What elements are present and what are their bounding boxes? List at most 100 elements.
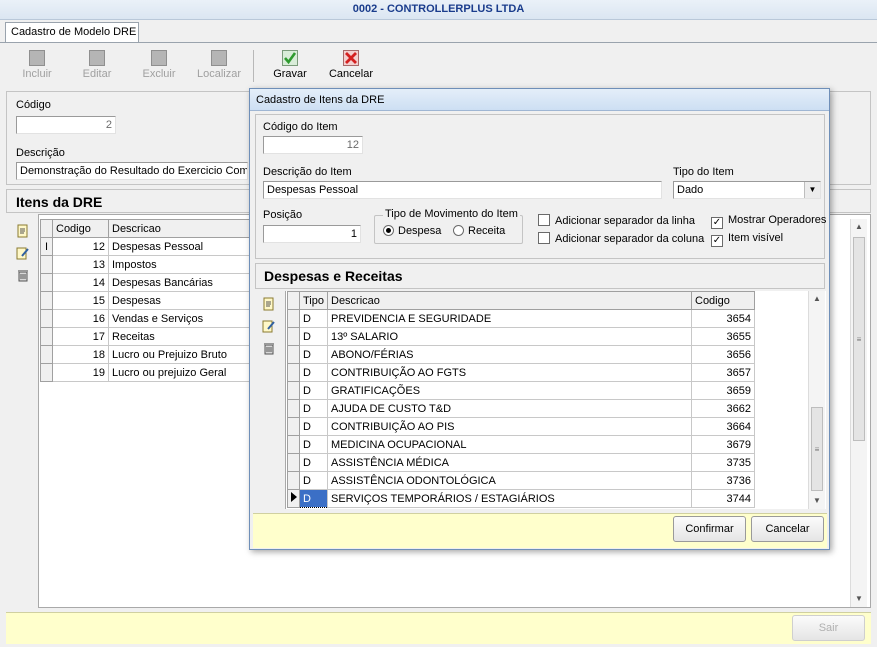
row-codigo: 3735 [691, 453, 755, 472]
scroll-thumb[interactable]: ≡ [811, 407, 823, 491]
tipo-item-select[interactable]: Dado ▼ [673, 181, 821, 199]
despesa-radio[interactable]: Despesa [383, 225, 441, 237]
toolbar-separator [253, 50, 254, 82]
despesas-table: Tipo Descricao Codigo D PREVIDENCIA E SE… [287, 291, 755, 508]
table-row[interactable]: D ABONO/FÉRIAS 3656 [287, 345, 755, 364]
checkbox-checked-icon: ✓ [711, 217, 723, 229]
confirmar-button[interactable]: Confirmar [673, 516, 746, 542]
add-item-icon[interactable] [262, 297, 276, 311]
row-tipo: D [299, 327, 328, 346]
mostrar-operadores-checkbox[interactable]: ✓ Mostrar Operadores [711, 214, 826, 229]
itens-scrollbar[interactable]: ▲ ≡ ▼ [850, 219, 867, 607]
codigo-field[interactable]: 2 [16, 116, 116, 134]
cancelar-button[interactable]: Cancelar [328, 50, 374, 86]
row-tipo: D [299, 417, 328, 436]
scroll-up-icon[interactable]: ▲ [851, 219, 867, 235]
row-codigo: 3654 [691, 309, 755, 328]
separador-coluna-checkbox[interactable]: Adicionar separador da coluna [538, 232, 704, 245]
search-icon [211, 50, 227, 66]
row-descricao: CONTRIBUIÇÃO AO PIS [327, 417, 692, 436]
table-row[interactable]: D MEDICINA OCUPACIONAL 3679 [287, 435, 755, 454]
codigo-item-field[interactable]: 12 [263, 136, 363, 154]
scroll-thumb[interactable]: ≡ [853, 237, 865, 441]
row-descricao: AJUDA DE CUSTO T&D [327, 399, 692, 418]
table-row[interactable]: D ASSISTÊNCIA MÉDICA 3735 [287, 453, 755, 472]
table-row[interactable]: I 12 Despesas Pessoal [40, 237, 250, 256]
row-indicator [287, 453, 300, 472]
trash-icon[interactable] [16, 268, 30, 282]
descricao-field[interactable]: Demonstração do Resultado do Exercicio C… [16, 162, 248, 180]
tipo-item-value: Dado [677, 184, 704, 196]
trash-icon[interactable] [262, 341, 276, 355]
localizar-button[interactable]: Localizar [195, 50, 243, 86]
descricao-item-field[interactable]: Despesas Pessoal [263, 181, 662, 199]
add-item-icon[interactable] [16, 224, 30, 238]
tipo-column-header[interactable]: Tipo [299, 291, 328, 310]
row-codigo: 3736 [691, 471, 755, 490]
table-row[interactable]: 15 Despesas [40, 291, 250, 310]
table-row[interactable]: 13 Impostos [40, 255, 250, 274]
table-row[interactable]: D ASSISTÊNCIA ODONTOLÓGICA 3736 [287, 471, 755, 490]
descricao-column-header[interactable]: Descricao [327, 291, 692, 310]
tab-cadastro-modelo-dre[interactable]: Cadastro de Modelo DRE [5, 22, 139, 42]
row-codigo: 3655 [691, 327, 755, 346]
editar-button[interactable]: Editar [78, 50, 116, 86]
item-descricao: Despesas [108, 291, 250, 310]
scroll-down-icon[interactable]: ▼ [809, 493, 825, 509]
table-row[interactable]: 14 Despesas Bancárias [40, 273, 250, 292]
edit-icon [89, 50, 105, 66]
despesa-label: Despesa [398, 225, 442, 237]
row-tipo[interactable]: D [299, 489, 328, 508]
cadastro-itens-dialog: Cadastro de Itens da DRE Código do Item … [249, 88, 830, 550]
row-descricao: 13º SALARIO [327, 327, 692, 346]
despesas-scrollbar[interactable]: ▲ ≡ ▼ [808, 291, 825, 509]
posicao-field[interactable]: 1 [263, 225, 361, 243]
table-row[interactable]: D 13º SALARIO 3655 [287, 327, 755, 346]
row-indicator [287, 381, 300, 400]
table-row[interactable]: D AJUDA DE CUSTO T&D 3662 [287, 399, 755, 418]
table-row[interactable]: 18 Lucro ou Prejuizo Bruto [40, 345, 250, 364]
separador-linha-checkbox[interactable]: Adicionar separador da linha [538, 214, 695, 227]
scroll-down-icon[interactable]: ▼ [851, 591, 867, 607]
itens-title: Itens da DRE [16, 194, 103, 210]
despesas-table-header: Tipo Descricao Codigo [287, 291, 755, 310]
incluir-button[interactable]: Incluir [18, 50, 56, 86]
item-codigo: 12 [52, 237, 109, 256]
row-indicator [287, 417, 300, 436]
gravar-button[interactable]: Gravar [270, 50, 310, 86]
table-row[interactable]: D GRATIFICAÇÕES 3659 [287, 381, 755, 400]
item-visivel-label: Item visível [728, 232, 784, 244]
checkbox-checked-icon: ✓ [711, 235, 723, 247]
delete-icon [151, 50, 167, 66]
item-visivel-checkbox[interactable]: ✓ Item visível [711, 232, 783, 247]
table-row[interactable]: 17 Receitas [40, 327, 250, 346]
table-row[interactable]: 19 Lucro ou prejuizo Geral [40, 363, 250, 382]
receita-radio[interactable]: Receita [453, 225, 505, 237]
row-tipo: D [299, 453, 328, 472]
scroll-up-icon[interactable]: ▲ [809, 291, 825, 307]
row-descricao: ABONO/FÉRIAS [327, 345, 692, 364]
descricao-column-header[interactable]: Descricao [108, 219, 250, 238]
table-row[interactable]: D CONTRIBUIÇÃO AO FGTS 3657 [287, 363, 755, 382]
chevron-down-icon[interactable]: ▼ [804, 182, 820, 198]
itens-table-header: Codigo Descricao [40, 219, 250, 238]
edit-item-icon[interactable] [16, 246, 30, 260]
codigo-column-header[interactable]: Codigo [691, 291, 755, 310]
table-row[interactable]: D PREVIDENCIA E SEGURIDADE 3654 [287, 309, 755, 328]
row-indicator [287, 399, 300, 418]
excluir-button[interactable]: Excluir [139, 50, 179, 86]
separador-linha-label: Adicionar separador da linha [555, 215, 696, 227]
dialog-cancelar-button[interactable]: Cancelar [751, 516, 824, 542]
row-tipo: D [299, 309, 328, 328]
edit-item-icon[interactable] [262, 319, 276, 333]
row-codigo: 3664 [691, 417, 755, 436]
table-row[interactable]: 16 Vendas e Serviços [40, 309, 250, 328]
codigo-column-header[interactable]: Codigo [52, 219, 109, 238]
row-indicator [40, 345, 53, 364]
sair-button[interactable]: Sair [792, 615, 865, 641]
table-row-selected[interactable]: D SERVIÇOS TEMPORÁRIOS / ESTAGIÁRIOS 374… [287, 489, 755, 508]
table-row[interactable]: D CONTRIBUIÇÃO AO PIS 3664 [287, 417, 755, 436]
row-indicator [40, 309, 53, 328]
item-descricao: Impostos [108, 255, 250, 274]
tipo-movimento-label: Tipo de Movimento do Item [383, 208, 520, 220]
